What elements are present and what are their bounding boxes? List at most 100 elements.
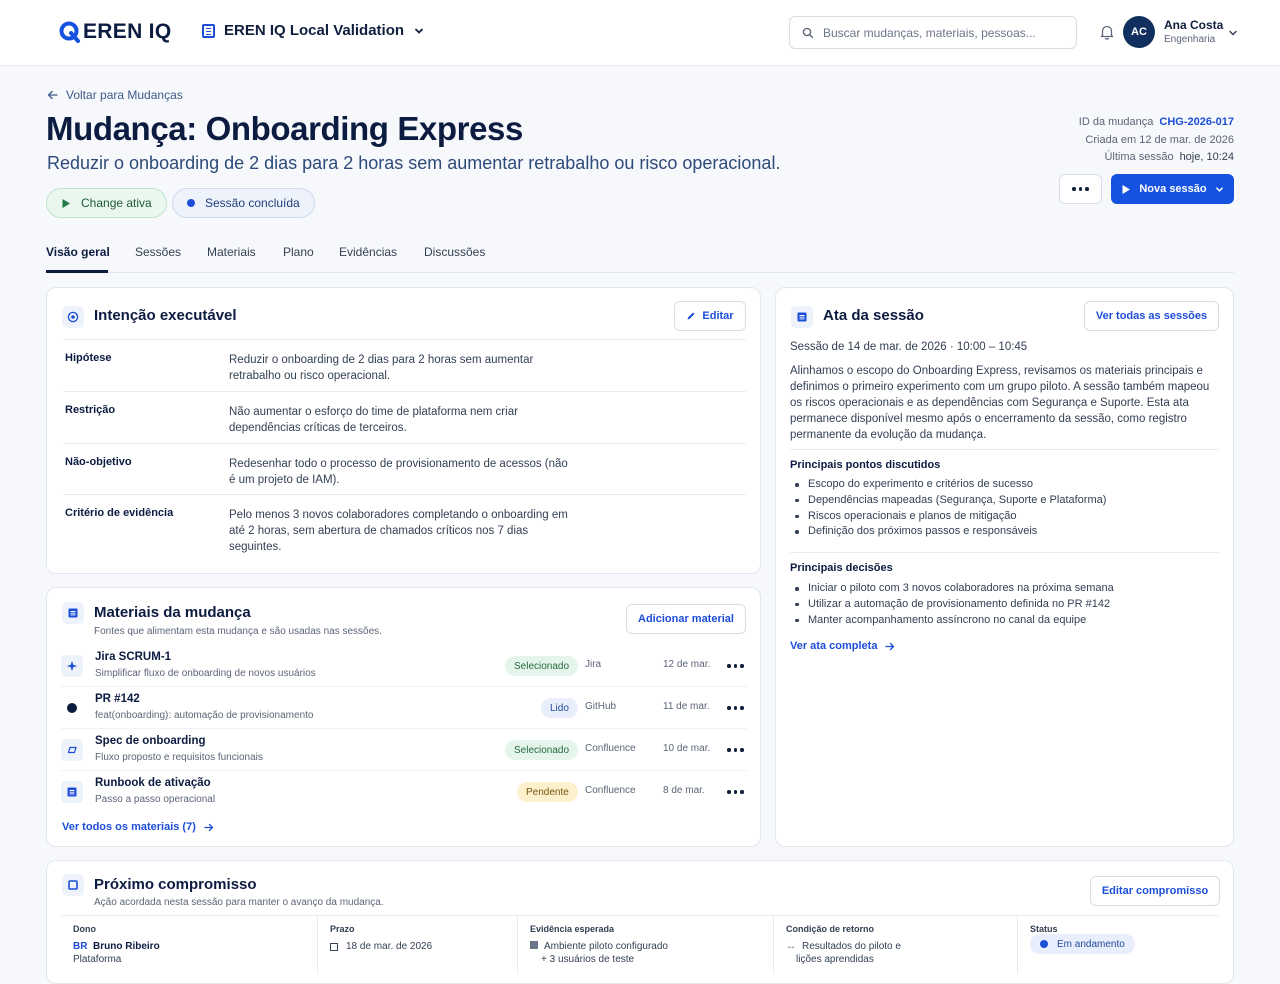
more-icon[interactable] bbox=[727, 706, 744, 710]
tab-discussoes[interactable]: Discussões bbox=[424, 245, 485, 259]
return-header: Condição de retorno bbox=[786, 924, 875, 934]
more-actions-button[interactable] bbox=[1059, 174, 1102, 204]
ata-decisions-title: Principais decisões bbox=[790, 562, 893, 574]
tab-bar: Visão geral Sessões Materiais Plano Evid… bbox=[46, 232, 1234, 273]
divider bbox=[790, 552, 1219, 553]
deadline-cell: Prazo 18 de mar. de 2026 bbox=[318, 916, 518, 974]
deadline-date: 18 de mar. de 2026 bbox=[346, 941, 433, 952]
user-role: Engenharia bbox=[1164, 34, 1216, 45]
intencao-title: Intenção executável bbox=[94, 307, 237, 324]
list-item: Escopo do experimento e critérios de suc… bbox=[794, 477, 1106, 493]
intencao-row-label: Hipótese bbox=[65, 352, 112, 364]
material-date: 12 de mar. bbox=[663, 659, 711, 670]
status-dot-icon bbox=[187, 199, 195, 207]
active-tab-indicator bbox=[46, 270, 108, 273]
edit-commitment-label: Editar compromisso bbox=[1101, 885, 1209, 897]
list-item[interactable]: PR #142 feat(onboarding): automação de p… bbox=[61, 687, 747, 729]
intencao-row-label: Não-objetivo bbox=[65, 456, 132, 468]
more-icon[interactable] bbox=[727, 748, 744, 752]
intencao-row-label: Restrição bbox=[65, 404, 116, 416]
tab-visao-geral[interactable]: Visão geral bbox=[46, 245, 110, 259]
evidence-value: Ambiente piloto configurado + 3 usuários… bbox=[530, 940, 668, 966]
search-box[interactable] bbox=[789, 16, 1077, 49]
avatar[interactable]: AC bbox=[1123, 16, 1155, 48]
back-link-label: Voltar para Mudanças bbox=[66, 88, 183, 102]
materiais-title: Materiais da mudança bbox=[94, 604, 251, 621]
material-source: Confluence bbox=[585, 743, 636, 754]
list-item[interactable]: Spec de onboarding Fluxo proposto e requ… bbox=[61, 729, 747, 771]
tab-plano[interactable]: Plano bbox=[283, 245, 314, 259]
edit-intencao-label: Editar bbox=[702, 310, 734, 322]
user-menu-chevron-icon[interactable] bbox=[1228, 28, 1238, 38]
view-all-sessions-button[interactable]: Ver todas as sessões bbox=[1084, 301, 1219, 331]
list-item: Utilizar a automação de provisionamento … bbox=[794, 597, 1114, 613]
status-badge: Pendente bbox=[517, 782, 578, 802]
list-item[interactable]: Runbook de ativação Passo a passo operac… bbox=[61, 771, 747, 813]
last-session-label: Última sessão bbox=[1104, 151, 1174, 163]
compromisso-card: Próximo compromisso Ação acordada nesta … bbox=[46, 860, 1234, 984]
owner-initials: BR bbox=[73, 941, 88, 952]
evidence-cell: Evidência esperada Ambiente piloto confi… bbox=[518, 916, 774, 974]
intencao-row-label: Critério de evidência bbox=[65, 507, 174, 519]
pencil-icon bbox=[687, 312, 695, 320]
target-icon bbox=[62, 306, 84, 328]
user-name[interactable]: Ana Costa bbox=[1164, 18, 1223, 32]
calendar-icon bbox=[330, 942, 338, 951]
search-input[interactable] bbox=[823, 25, 1063, 40]
list-item: Iniciar o piloto com 3 novos colaborador… bbox=[794, 581, 1114, 597]
more-icon[interactable] bbox=[727, 790, 744, 794]
checkbox-icon bbox=[62, 874, 84, 896]
intencao-row-text: Pelo menos 3 novos colaboradores complet… bbox=[229, 509, 568, 553]
logo[interactable]: EREN IQ bbox=[59, 20, 171, 44]
change-status-pill: Change ativa bbox=[46, 188, 167, 218]
logo-mark-icon bbox=[59, 21, 80, 43]
deadline-value: 18 de mar. de 2026 bbox=[330, 940, 432, 953]
view-all-sessions-label: Ver todas as sessões bbox=[1095, 310, 1208, 322]
materiais-card: Materiais da mudança Fontes que alimenta… bbox=[46, 587, 761, 847]
chevron-down-icon bbox=[1215, 186, 1223, 192]
arrow-right-icon bbox=[204, 823, 214, 831]
more-icon[interactable] bbox=[727, 664, 744, 668]
tab-sessoes[interactable]: Sessões bbox=[135, 245, 181, 259]
last-session-value: hoje, 10:24 bbox=[1179, 151, 1234, 163]
ata-decisions-list: Iniciar o piloto com 3 novos colaborador… bbox=[794, 581, 1114, 628]
evidence-line-1: Ambiente piloto configurado bbox=[544, 941, 668, 952]
session-status-pill: Sessão concluída bbox=[172, 188, 315, 218]
ata-points-title: Principais pontos discutidos bbox=[790, 459, 941, 471]
session-status-label: Sessão concluída bbox=[205, 196, 300, 210]
created-date: Criada em 12 de mar. de 2026 bbox=[1085, 133, 1234, 146]
evidence-header: Evidência esperada bbox=[530, 924, 615, 934]
tab-evidencias[interactable]: Evidências bbox=[339, 245, 397, 259]
view-all-materials-link[interactable]: Ver todos os materiais (7) bbox=[62, 821, 214, 833]
ata-card: Ata da sessão Ver todas as sessões Sessã… bbox=[775, 287, 1234, 847]
intencao-card: Intenção executável Editar Hipótese Redu… bbox=[46, 287, 761, 574]
list-icon bbox=[530, 941, 538, 949]
add-material-button[interactable]: Adicionar material bbox=[626, 604, 746, 634]
compromisso-title: Próximo compromisso bbox=[94, 876, 257, 893]
workspace-switcher[interactable]: EREN IQ Local Validation bbox=[202, 22, 425, 39]
play-icon bbox=[62, 198, 70, 208]
list-item[interactable]: Jira SCRUM-1 Simplificar fluxo de onboar… bbox=[61, 645, 747, 687]
document-icon bbox=[61, 781, 83, 803]
jira-icon bbox=[61, 655, 83, 677]
intencao-row: Restrição Não aumentar o esforço do time… bbox=[63, 391, 746, 443]
status-badge: Selecionado bbox=[505, 656, 579, 676]
change-meta: ID da mudança CHG-2026-017 Criada em 12 d… bbox=[1079, 114, 1234, 167]
intencao-row: Hipótese Reduzir o onboarding de 2 dias … bbox=[63, 339, 746, 391]
edit-commitment-button[interactable]: Editar compromisso bbox=[1090, 876, 1220, 906]
ata-title: Ata da sessão bbox=[823, 307, 924, 324]
tab-materiais[interactable]: Materiais bbox=[207, 245, 256, 259]
full-minutes-link[interactable]: Ver ata completa bbox=[790, 640, 895, 652]
owner-team: Plataforma bbox=[73, 954, 122, 965]
return-line-1: Resultados do piloto e bbox=[802, 941, 901, 952]
notes-icon bbox=[791, 306, 813, 328]
change-id-value: CHG-2026-017 bbox=[1159, 116, 1234, 128]
status-header: Status bbox=[1030, 924, 1058, 934]
material-title: Spec de onboarding bbox=[95, 735, 206, 747]
new-session-button[interactable]: Nova sessão bbox=[1111, 174, 1234, 204]
ata-summary: Alinhamos o escopo do Onboarding Express… bbox=[790, 365, 1210, 441]
back-link[interactable]: Voltar para Mudanças bbox=[47, 88, 183, 102]
edit-intencao-button[interactable]: Editar bbox=[674, 301, 746, 331]
bell-icon[interactable] bbox=[1100, 24, 1114, 40]
arrow-left-icon bbox=[47, 90, 58, 100]
